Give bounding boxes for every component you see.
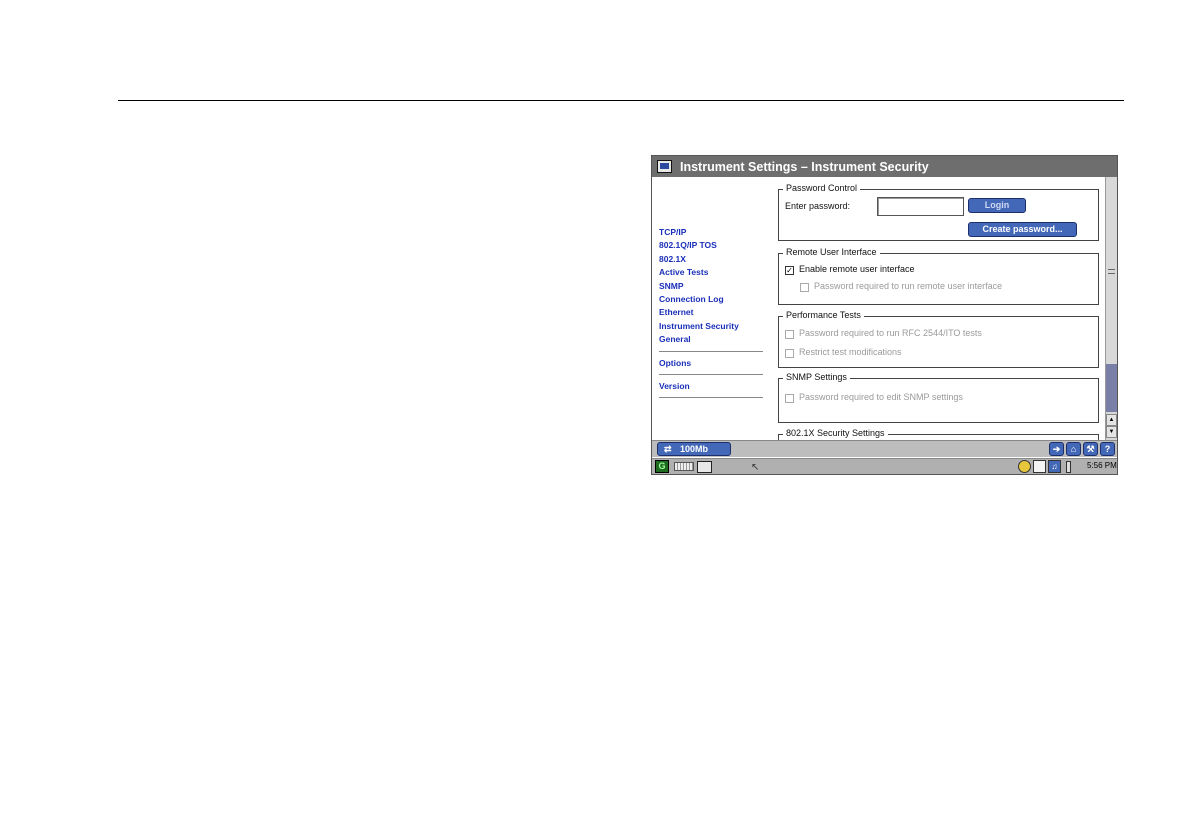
remote-ui-password-checkbox[interactable]: [800, 283, 809, 292]
scroll-thumb[interactable]: [1106, 364, 1117, 412]
sidebar-item-8021q-ip-tos[interactable]: 802.1Q/IP TOS: [659, 239, 763, 252]
wrench-icon[interactable]: ⚒: [1083, 442, 1098, 456]
restrict-modifications-label: Restrict test modifications: [799, 347, 902, 357]
rfc-password-label: Password required to run RFC 2544/ITO te…: [799, 328, 982, 338]
sidebar-item-ethernet[interactable]: Ethernet: [659, 306, 763, 319]
mouse-cursor-icon: ↖: [751, 462, 760, 473]
battery-icon: [1066, 460, 1071, 473]
security-8021x-legend: 802.1X Security Settings: [783, 428, 888, 438]
sidebar-divider: [659, 350, 763, 352]
remote-ui-group: Remote User Interface ✓ Enable remote us…: [778, 247, 1099, 305]
help-icon[interactable]: ?: [1100, 442, 1115, 456]
password-control-group: Password Control Enter password: Login C…: [778, 183, 1099, 241]
create-password-button[interactable]: Create password...: [968, 222, 1077, 237]
system-tray: ♫: [1018, 460, 1071, 473]
link-speed-label: 100Mb: [680, 444, 709, 454]
window-title: Instrument Settings – Instrument Securit…: [680, 159, 929, 174]
brightness-icon[interactable]: [1018, 460, 1031, 473]
tool-icons: ➔ ⌂ ⚒ ?: [1049, 442, 1115, 456]
start-menu-icon[interactable]: G: [655, 460, 669, 473]
scroll-up-arrow-icon[interactable]: ▲: [1106, 414, 1117, 426]
link-arrows-icon: ⇄: [664, 444, 672, 454]
clipboard-icon[interactable]: [1033, 460, 1046, 473]
sidebar-item-active-tests[interactable]: Active Tests: [659, 266, 763, 279]
sidebar-item-version[interactable]: Version: [659, 380, 763, 393]
keyboard-icon[interactable]: [674, 462, 694, 471]
speaker-icon[interactable]: ♫: [1048, 460, 1061, 473]
link-speed-button[interactable]: ⇄ 100Mb: [657, 442, 731, 456]
sidebar-item-8021x[interactable]: 802.1X: [659, 253, 763, 266]
rfc-password-checkbox[interactable]: [785, 330, 794, 339]
sidebar-item-connection-log[interactable]: Connection Log: [659, 293, 763, 306]
device-screen: Instrument Settings – Instrument Securit…: [651, 155, 1118, 475]
snmp-settings-legend: SNMP Settings: [783, 372, 850, 382]
clock: 5:56 PM: [1087, 461, 1117, 470]
snmp-password-checkbox[interactable]: [785, 394, 794, 403]
sidebar-item-options[interactable]: Options: [659, 357, 763, 370]
back-arrow-icon[interactable]: ➔: [1049, 442, 1064, 456]
sidebar-item-instrument-security[interactable]: Instrument Security: [659, 320, 763, 333]
enable-remote-ui-label: Enable remote user interface: [799, 264, 915, 274]
restrict-modifications-checkbox[interactable]: [785, 349, 794, 358]
remote-ui-legend: Remote User Interface: [783, 247, 880, 257]
status-bar: ⇄ 100Mb ➔ ⌂ ⚒ ?: [652, 440, 1117, 457]
home-icon[interactable]: ⌂: [1066, 442, 1081, 456]
performance-tests-legend: Performance Tests: [783, 310, 864, 320]
sidebar-item-snmp[interactable]: SNMP: [659, 280, 763, 293]
scroll-down-arrow-icon[interactable]: ▼: [1106, 426, 1117, 438]
settings-sidebar: TCP/IP 802.1Q/IP TOS 802.1X Active Tests…: [659, 226, 763, 403]
password-input[interactable]: [877, 197, 964, 216]
sidebar-divider: [659, 374, 763, 376]
enter-password-label: Enter password:: [785, 201, 851, 211]
sidebar-item-general[interactable]: General: [659, 333, 763, 346]
scroll-grip-icon: [1108, 269, 1115, 274]
window-switch-icon[interactable]: [697, 461, 712, 473]
taskbar: G ↖ ♫ 5:56 PM: [652, 458, 1117, 474]
sidebar-divider: [659, 397, 763, 399]
snmp-password-label: Password required to edit SNMP settings: [799, 392, 963, 402]
remote-ui-password-label: Password required to run remote user int…: [814, 281, 1003, 291]
password-control-legend: Password Control: [783, 183, 861, 193]
performance-tests-group: Performance Tests Password required to r…: [778, 310, 1099, 368]
login-button[interactable]: Login: [968, 198, 1026, 213]
title-bar: Instrument Settings – Instrument Securit…: [652, 156, 1117, 177]
snmp-settings-group: SNMP Settings Password required to edit …: [778, 372, 1099, 423]
enable-remote-ui-checkbox[interactable]: ✓: [785, 266, 794, 275]
page-top-rule: [118, 100, 1124, 101]
settings-content: Password Control Enter password: Login C…: [778, 180, 1102, 440]
vertical-scrollbar[interactable]: ▲ ▼: [1105, 177, 1117, 440]
sidebar-item-tcpip[interactable]: TCP/IP: [659, 226, 763, 239]
window-icon[interactable]: [657, 160, 672, 173]
